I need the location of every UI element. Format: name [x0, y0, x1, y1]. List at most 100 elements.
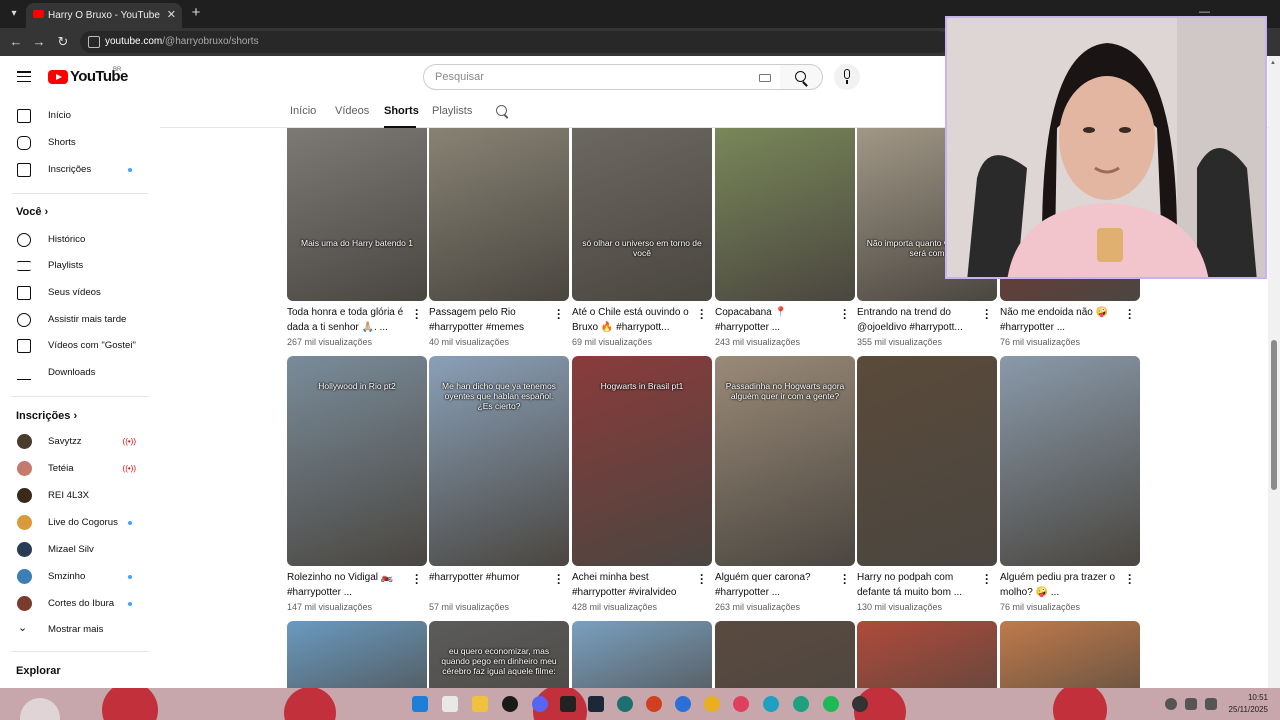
new-tab-icon[interactable]: +: [188, 4, 204, 22]
menu-icon[interactable]: [17, 71, 31, 83]
sidebar-item-playlists[interactable]: Playlists: [12, 254, 144, 278]
subscription-item[interactable]: Tetéia ((•)): [12, 457, 144, 481]
more-actions-icon[interactable]: · · ·: [842, 304, 848, 324]
network-icon[interactable]: [1185, 698, 1197, 710]
sidebar-item-shorts[interactable]: Shorts: [12, 131, 144, 155]
more-actions-icon[interactable]: · · ·: [984, 304, 990, 324]
file-explorer-icon[interactable]: [472, 696, 488, 712]
more-actions-icon[interactable]: · · ·: [984, 569, 990, 589]
short-title[interactable]: Toda honra e toda glória é dada a ti sen…: [287, 306, 409, 335]
app-icon[interactable]: [733, 696, 749, 712]
spotify-icon[interactable]: [823, 696, 839, 712]
discord-icon[interactable]: [532, 696, 548, 712]
more-actions-icon[interactable]: · · ·: [414, 569, 420, 589]
tab-home[interactable]: Início: [290, 105, 316, 117]
volume-icon[interactable]: [1205, 698, 1217, 710]
short-title[interactable]: Alguém pediu pra trazer o molho? 🤪 ...: [1000, 571, 1122, 600]
sidebar-item-subscriptions[interactable]: Inscrições: [12, 158, 144, 182]
short-thumbnail[interactable]: [572, 621, 712, 688]
more-actions-icon[interactable]: · · ·: [1127, 569, 1133, 589]
short-title[interactable]: Copacabana 📍 #harrypotter ...: [715, 306, 837, 335]
clock[interactable]: 10:51 25/11/2025: [1229, 692, 1268, 716]
short-title[interactable]: Entrando na trend do @ojoeldivo #harrypo…: [857, 306, 979, 335]
short-thumbnail[interactable]: Passadinha no Hogwarts agora alguém quer…: [715, 356, 855, 566]
app-icon[interactable]: [793, 696, 809, 712]
short-title[interactable]: Harry no podpah com defante tá muito bom…: [857, 571, 979, 600]
subscriptions-section-heading[interactable]: Inscrições ›: [16, 410, 77, 422]
short-thumbnail[interactable]: [1000, 621, 1140, 688]
short-thumbnail[interactable]: Mais uma do Harry batendo 1: [287, 128, 427, 301]
scroll-up-icon[interactable]: ▲: [1270, 60, 1276, 66]
sidebar-item-watch-later[interactable]: Assistir mais tarde: [12, 308, 144, 332]
subscription-item[interactable]: REI 4L3X: [12, 484, 144, 508]
short-thumbnail[interactable]: [429, 128, 569, 301]
app-icon[interactable]: [502, 696, 518, 712]
subscription-item[interactable]: Cortes do Ibura: [12, 592, 144, 616]
back-icon[interactable]: ←: [8, 34, 24, 50]
more-actions-icon[interactable]: · · ·: [1127, 304, 1133, 324]
sidebar-item-history[interactable]: Histórico: [12, 228, 144, 252]
sidebar-item-your-videos[interactable]: Seus vídeos: [12, 281, 144, 305]
short-title[interactable]: Passagem pelo Rio #harrypotter #memes: [429, 306, 551, 335]
url-field[interactable]: youtube.com/@harryobruxo/shorts: [80, 31, 950, 53]
epic-games-icon[interactable]: [560, 696, 576, 712]
more-actions-icon[interactable]: · · ·: [556, 304, 562, 324]
short-title[interactable]: #harrypotter #humor: [429, 571, 551, 586]
chrome-icon[interactable]: [704, 696, 720, 712]
more-actions-icon[interactable]: · · ·: [556, 569, 562, 589]
short-thumbnail[interactable]: [715, 128, 855, 301]
subscription-item[interactable]: Savytzz ((•)): [12, 430, 144, 454]
short-thumbnail[interactable]: [857, 356, 997, 566]
search-button[interactable]: [780, 64, 823, 90]
app-icon[interactable]: [675, 696, 691, 712]
more-actions-icon[interactable]: · · ·: [414, 304, 420, 324]
short-title[interactable]: Não me endoida não 🤪 #harrypotter ...: [1000, 306, 1122, 335]
short-thumbnail[interactable]: [1000, 356, 1140, 566]
show-more-button[interactable]: ⌄ Mostrar mais: [12, 618, 144, 642]
sidebar-item-home[interactable]: Início: [12, 104, 144, 128]
scrollbar-thumb[interactable]: [1271, 340, 1277, 490]
app-icon[interactable]: [617, 696, 633, 712]
forward-icon[interactable]: →: [31, 34, 47, 50]
subscription-item[interactable]: Smzinho: [12, 565, 144, 589]
browser-tab[interactable]: Harry O Bruxo - YouTube ✕: [26, 3, 182, 28]
short-thumbnail[interactable]: só olhar o universo em torno de você: [572, 128, 712, 301]
more-actions-icon[interactable]: · · ·: [842, 569, 848, 589]
tab-playlists[interactable]: Playlists: [432, 105, 472, 117]
microphone-tray-icon[interactable]: [1165, 698, 1177, 710]
steam-icon[interactable]: [588, 696, 604, 712]
sidebar-item-downloads[interactable]: Downloads: [12, 361, 144, 385]
more-actions-icon[interactable]: · · ·: [699, 569, 705, 589]
tab-search-button[interactable]: ▾: [4, 4, 24, 24]
short-thumbnail[interactable]: Me han dicho que ya tenemos oyentes que …: [429, 356, 569, 566]
short-thumbnail[interactable]: [715, 621, 855, 688]
task-view-icon[interactable]: [442, 696, 458, 712]
edge-icon[interactable]: [763, 696, 779, 712]
close-tab-icon[interactable]: ✕: [167, 3, 176, 28]
short-thumbnail[interactable]: Hogwarts in Brasil pt1: [572, 356, 712, 566]
channel-search-icon[interactable]: [496, 105, 507, 116]
tab-shorts[interactable]: Shorts: [384, 105, 419, 117]
subscription-item[interactable]: Live do Cogorus: [12, 511, 144, 535]
voice-search-button[interactable]: [834, 64, 860, 90]
short-title[interactable]: Até o Chile está ouvindo o Bruxo 🔥 #harr…: [572, 306, 694, 335]
subscription-item[interactable]: Mizael Silv: [12, 538, 144, 562]
sidebar-item-liked-videos[interactable]: Vídeos com "Gostei": [12, 334, 144, 358]
short-title[interactable]: Rolezinho no Vidigal 🏍️ #harrypotter ...: [287, 571, 409, 600]
short-thumbnail[interactable]: eu quero economizar, mas quando pego em …: [429, 621, 569, 688]
short-title[interactable]: Achei minha best #harrypotter #viralvide…: [572, 571, 694, 600]
short-thumbnail[interactable]: [857, 621, 997, 688]
you-section-heading[interactable]: Você ›: [16, 206, 48, 218]
app-icon[interactable]: [646, 696, 662, 712]
site-info-icon[interactable]: [88, 36, 100, 48]
short-thumbnail[interactable]: Hollywood in Rio pt2: [287, 356, 427, 566]
short-title[interactable]: Alguém quer carona? #harrypotter ...: [715, 571, 837, 600]
short-thumbnail[interactable]: [287, 621, 427, 688]
reload-icon[interactable]: ↻: [55, 34, 71, 50]
start-icon[interactable]: [412, 696, 428, 712]
tab-videos[interactable]: Vídeos: [335, 105, 369, 117]
app-icon[interactable]: [852, 696, 868, 712]
keyboard-icon[interactable]: [759, 74, 771, 82]
search-input[interactable]: Pesquisar: [423, 64, 781, 90]
more-actions-icon[interactable]: · · ·: [699, 304, 705, 324]
